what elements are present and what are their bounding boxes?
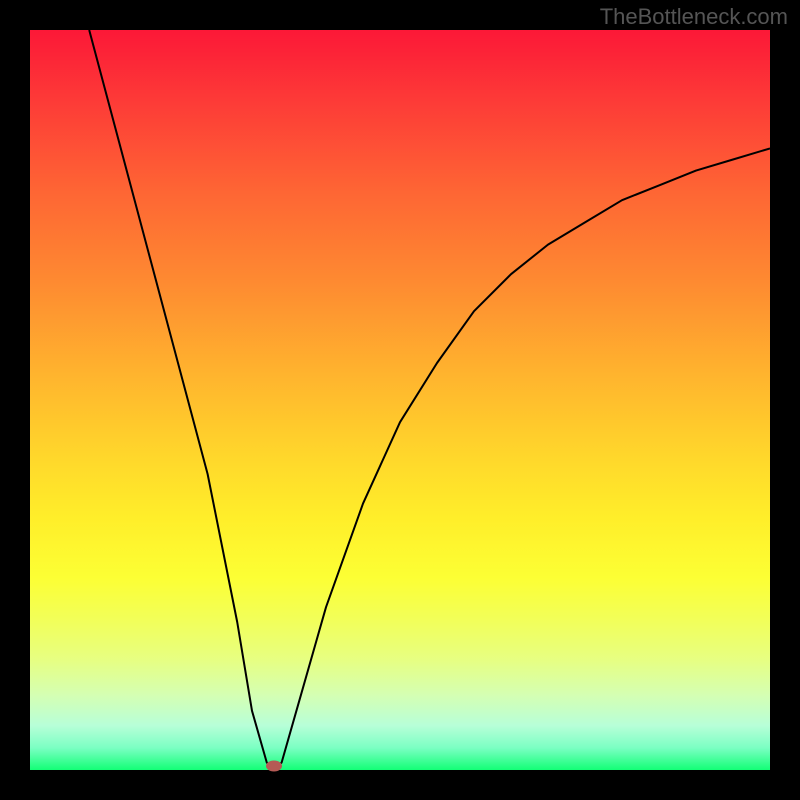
plot-area [30,30,770,770]
curve-svg [30,30,770,770]
optimal-point-marker [266,761,282,772]
bottleneck-curve-path [89,30,770,770]
watermark-text: TheBottleneck.com [600,4,788,30]
chart-frame: TheBottleneck.com [0,0,800,800]
